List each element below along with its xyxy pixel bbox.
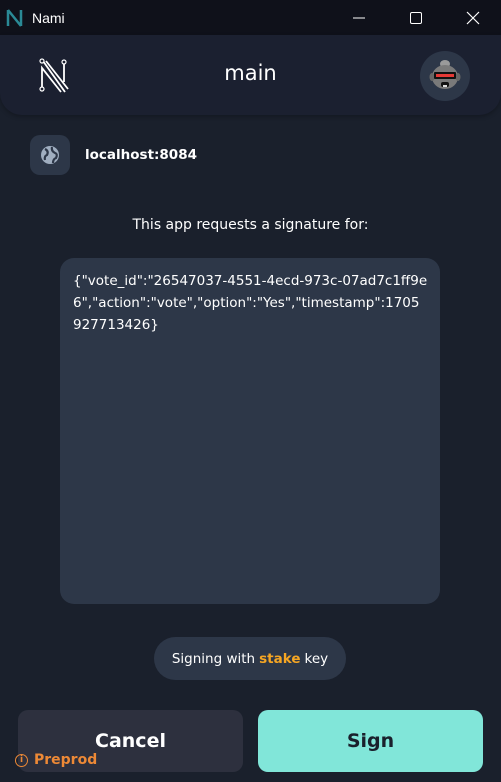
- nami-app-icon: [6, 8, 23, 27]
- signing-key-type: stake: [259, 650, 301, 667]
- close-button[interactable]: [444, 0, 501, 35]
- request-origin: localhost:8084: [30, 135, 197, 175]
- signing-suffix: key: [304, 650, 329, 667]
- signing-key-badge: Signing with stake key: [154, 637, 346, 680]
- wallet-header: main: [0, 35, 501, 115]
- sign-button[interactable]: Sign: [258, 710, 483, 772]
- close-icon: [466, 11, 479, 24]
- window-title: Nami: [32, 9, 65, 26]
- window-titlebar: Nami: [0, 0, 501, 35]
- signature-payload: {"vote_id":"26547037-4551-4ecd-973c-07ad…: [60, 258, 440, 604]
- maximize-icon: [409, 11, 422, 24]
- signing-prefix: Signing with: [171, 650, 256, 667]
- maximize-button[interactable]: [387, 0, 444, 35]
- globe-icon: [41, 146, 59, 164]
- minimize-button[interactable]: [330, 0, 387, 35]
- origin-favicon: [30, 135, 70, 175]
- network-label: Preprod: [34, 752, 98, 768]
- origin-host: localhost:8084: [85, 147, 197, 163]
- avatar[interactable]: [420, 51, 470, 101]
- network-indicator: i Preprod: [15, 752, 97, 768]
- robot-avatar-icon: [429, 60, 461, 89]
- minimize-icon: [352, 17, 365, 18]
- info-icon: i: [15, 753, 28, 767]
- request-label: This app requests a signature for:: [132, 217, 369, 233]
